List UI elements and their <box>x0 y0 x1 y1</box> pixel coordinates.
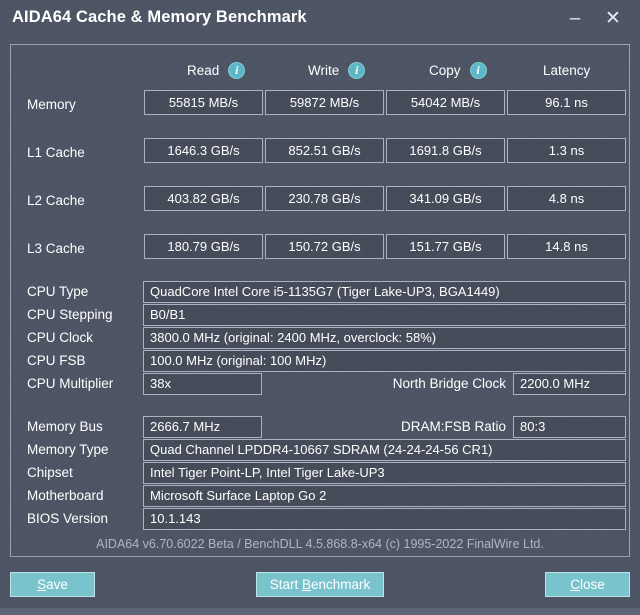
benchmark-grid: Read i Write i Copy i Latency Memory 558… <box>11 45 629 265</box>
save-button[interactable]: Save <box>10 572 95 597</box>
label-chipset: Chipset <box>27 465 73 480</box>
column-header-latency: Latency <box>543 60 590 80</box>
l1-write-value: 852.51 GB/s <box>265 138 384 163</box>
label-cpu-stepping: CPU Stepping <box>27 307 113 322</box>
value-bios-version: 10.1.143 <box>143 508 626 530</box>
memory-latency-value: 96.1 ns <box>507 90 626 115</box>
column-label-write: Write <box>308 62 340 78</box>
label-cpu-multiplier: CPU Multiplier <box>27 376 114 391</box>
column-label-copy: Copy <box>429 62 461 78</box>
l2-write-value: 230.78 GB/s <box>265 186 384 211</box>
close-icon: ✕ <box>605 8 621 29</box>
value-cpu-multiplier: 38x <box>143 373 262 395</box>
column-label-latency: Latency <box>543 62 591 78</box>
value-memory-type: Quad Channel LPDDR4-10667 SDRAM (24-24-2… <box>143 439 626 461</box>
label-cpu-fsb: CPU FSB <box>27 353 86 368</box>
value-chipset: Intel Tiger Point-LP, Intel Tiger Lake-U… <box>143 462 626 484</box>
label-dram-fsb-ratio: DRAM:FSB Ratio <box>400 419 506 434</box>
value-cpu-stepping: B0/B1 <box>143 304 626 326</box>
label-memory-type: Memory Type <box>27 442 109 457</box>
copy-info-icon[interactable]: i <box>469 61 487 79</box>
row-label-l3-cache: L3 Cache <box>27 241 85 256</box>
memory-write-value: 59872 MB/s <box>265 90 384 115</box>
aida64-benchmark-window: AIDA64 Cache & Memory Benchmark – ✕ Read… <box>0 0 640 615</box>
column-header-copy: Copy i <box>429 60 487 80</box>
label-bios-version: BIOS Version <box>27 511 109 526</box>
label-memory-bus: Memory Bus <box>27 419 103 434</box>
start-benchmark-button[interactable]: Start Benchmark <box>256 572 384 597</box>
label-motherboard: Motherboard <box>27 488 104 503</box>
save-button-label: Save <box>37 577 68 592</box>
column-header-read: Read i <box>187 60 246 80</box>
minimize-icon: – <box>569 8 581 29</box>
l2-copy-value: 341.09 GB/s <box>386 186 505 211</box>
value-cpu-fsb: 100.0 MHz (original: 100 MHz) <box>143 350 626 372</box>
l2-latency-value: 4.8 ns <box>507 186 626 211</box>
write-info-icon[interactable]: i <box>348 61 366 79</box>
l1-read-value: 1646.3 GB/s <box>144 138 263 163</box>
close-button[interactable]: Close <box>545 572 630 597</box>
label-cpu-clock: CPU Clock <box>27 330 94 345</box>
memory-copy-value: 54042 MB/s <box>386 90 505 115</box>
column-label-read: Read <box>187 62 220 78</box>
version-copyright-text: AIDA64 v6.70.6022 Beta / BenchDLL 4.5.86… <box>96 537 544 551</box>
row-label-l2-cache: L2 Cache <box>27 193 85 208</box>
row-label-memory: Memory <box>27 97 76 112</box>
main-panel: Read i Write i Copy i Latency Memory 558… <box>10 44 630 557</box>
label-cpu-type: CPU Type <box>27 284 89 299</box>
l1-copy-value: 1691.8 GB/s <box>386 138 505 163</box>
l2-read-value: 403.82 GB/s <box>144 186 263 211</box>
status-bar <box>0 608 640 615</box>
l1-latency-value: 1.3 ns <box>507 138 626 163</box>
close-button-label: Close <box>570 577 605 592</box>
value-north-bridge-clock: 2200.0 MHz <box>513 373 626 395</box>
window-title: AIDA64 Cache & Memory Benchmark <box>12 8 307 26</box>
value-memory-bus: 2666.7 MHz <box>143 416 262 438</box>
title-bar: AIDA64 Cache & Memory Benchmark – ✕ <box>0 0 640 38</box>
l3-read-value: 180.79 GB/s <box>144 234 263 259</box>
memory-read-value: 55815 MB/s <box>144 90 263 115</box>
value-cpu-clock: 3800.0 MHz (original: 2400 MHz, overcloc… <box>143 327 626 349</box>
close-window-button[interactable]: ✕ <box>596 4 630 34</box>
start-benchmark-button-label: Start Benchmark <box>269 577 371 592</box>
read-info-icon[interactable]: i <box>228 61 246 79</box>
row-label-l1-cache: L1 Cache <box>27 145 85 160</box>
value-motherboard: Microsoft Surface Laptop Go 2 <box>143 485 626 507</box>
l3-write-value: 150.72 GB/s <box>265 234 384 259</box>
minimize-button[interactable]: – <box>558 4 592 34</box>
column-header-write: Write i <box>308 60 366 80</box>
value-cpu-type: QuadCore Intel Core i5-1135G7 (Tiger Lak… <box>143 281 626 303</box>
l3-copy-value: 151.77 GB/s <box>386 234 505 259</box>
label-north-bridge-clock: North Bridge Clock <box>392 376 506 391</box>
value-dram-fsb-ratio: 80:3 <box>513 416 626 438</box>
l3-latency-value: 14.8 ns <box>507 234 626 259</box>
